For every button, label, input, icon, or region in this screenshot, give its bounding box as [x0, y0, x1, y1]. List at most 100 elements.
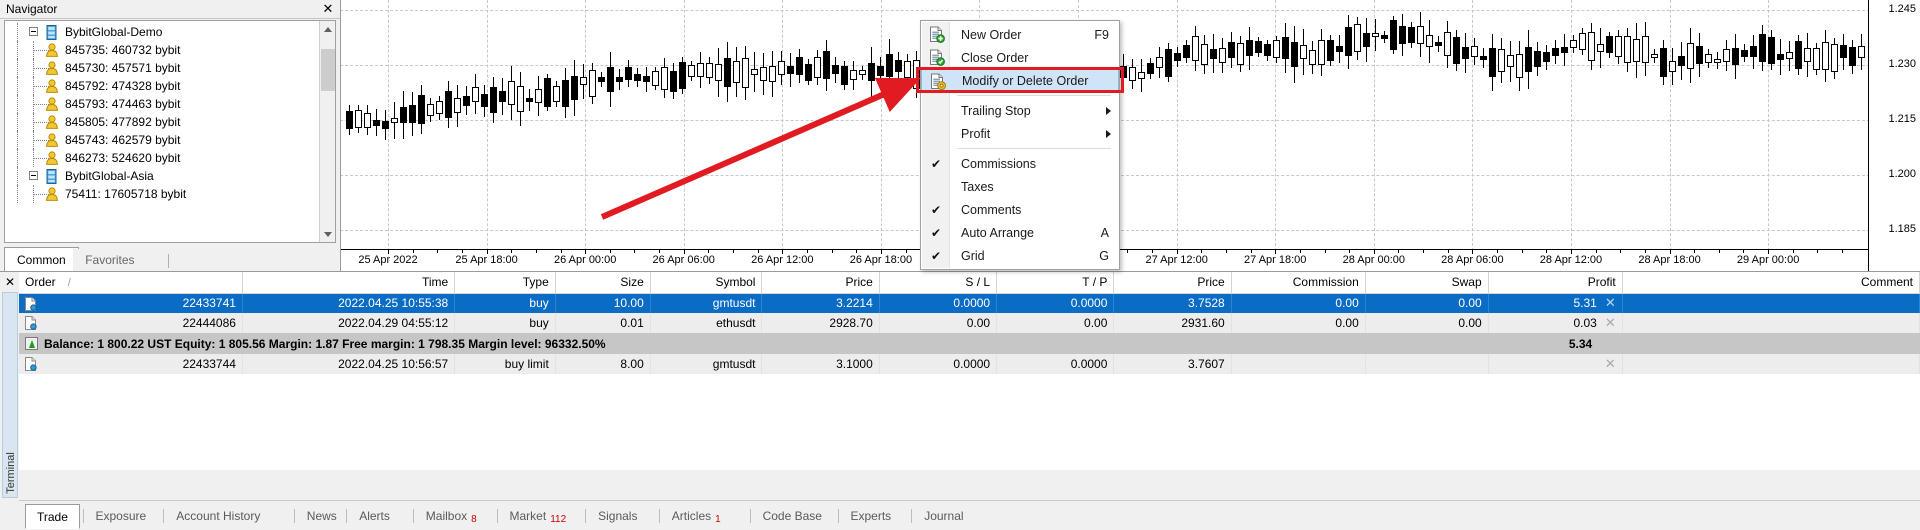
- column-header-symbol[interactable]: Symbol: [650, 272, 763, 294]
- terminal-tab-articles[interactable]: Articles 1: [661, 505, 732, 527]
- navigator-node-label: 846273: 524620 bybit: [65, 151, 181, 165]
- tab-label: Favorites: [85, 253, 135, 267]
- candle-body: [481, 94, 488, 107]
- navigator-server-node[interactable]: BybitGlobal-Demo: [5, 23, 318, 41]
- candle-body: [1498, 49, 1505, 72]
- menu-item-grid[interactable]: ✔ Grid G: [921, 244, 1119, 267]
- terminal-tab-news[interactable]: News: [296, 505, 348, 527]
- cell-symbol: ethusdt: [650, 313, 763, 333]
- candle-body: [1741, 49, 1748, 57]
- cell-profit: ✕: [1488, 354, 1623, 374]
- column-header-tp[interactable]: T / P: [996, 272, 1115, 294]
- cell-time: 2022.04.29 04:55:12: [242, 313, 456, 333]
- menu-item-shortcut: A: [1100, 225, 1109, 240]
- time-axis-minor-tick: [486, 250, 488, 253]
- navigator-account-node[interactable]: 845743: 462579 bybit: [5, 131, 318, 149]
- column-header-comment[interactable]: Comment: [1622, 272, 1920, 294]
- cell-price2: 3.7528: [1113, 293, 1232, 313]
- trade-table-container[interactable]: Order / Time Type Size Symbol Price S / L T / P P…: [19, 272, 1920, 470]
- candle-body: [1588, 31, 1595, 61]
- candle-body: [1273, 40, 1280, 59]
- column-header-order[interactable]: Order /: [19, 272, 243, 294]
- cell-sl: 0.00: [879, 313, 998, 333]
- chart-price-axis[interactable]: 1.245 1.230 1.215 1.200 1.185: [1868, 0, 1920, 271]
- tree-connector: [17, 23, 18, 41]
- cell-price2: 3.7607: [1113, 354, 1232, 374]
- scroll-down-button[interactable]: [320, 226, 335, 242]
- cell-swap: 0.00: [1365, 293, 1489, 313]
- terminal-tab-code-base[interactable]: Code Base: [752, 505, 833, 527]
- navigator-scrollbar[interactable]: [319, 21, 335, 242]
- tree-connector: [17, 59, 18, 77]
- column-header-label: Size: [620, 275, 644, 290]
- terminal-tab-experts[interactable]: Experts: [840, 505, 903, 527]
- candle-body: [1444, 32, 1451, 57]
- navigator-tab-common[interactable]: Common: [4, 247, 79, 271]
- navigator-node-label: 845805: 477892 bybit: [65, 115, 181, 129]
- account-icon: [45, 187, 59, 201]
- navigator-account-node[interactable]: 846273: 524620 bybit: [5, 149, 318, 167]
- terminal-tab-exposure[interactable]: Exposure: [85, 505, 158, 527]
- close-position-icon[interactable]: ✕: [1605, 356, 1616, 372]
- menu-item-new-order[interactable]: New Order F9: [921, 23, 1119, 46]
- time-axis-minor-tick: [1299, 250, 1301, 253]
- navigator-title-label: Navigator: [6, 2, 58, 16]
- terminal-close-icon[interactable]: ✕: [3, 275, 17, 289]
- candle-body: [364, 112, 371, 128]
- cell-time: 2022.04.25 10:55:38: [242, 293, 456, 313]
- terminal-tab-alerts[interactable]: Alerts: [348, 505, 401, 527]
- menu-item-auto-arrange[interactable]: ✔ Auto Arrange A: [921, 221, 1119, 244]
- candle-body: [1507, 55, 1514, 68]
- terminal-tab-trade[interactable]: Trade: [25, 504, 80, 529]
- column-header-profit[interactable]: Profit: [1488, 272, 1623, 294]
- column-header-type[interactable]: Type: [454, 272, 556, 294]
- column-header-price[interactable]: Price: [761, 272, 880, 294]
- table-header-row[interactable]: Order / Time Type Size Symbol Price S / L T / P P…: [19, 272, 1920, 294]
- column-header-price2[interactable]: Price: [1113, 272, 1232, 294]
- column-header-commission[interactable]: Commission: [1231, 272, 1366, 294]
- collapse-icon[interactable]: [29, 171, 38, 180]
- table-row[interactable]: 22433741 2022.04.25 10:55:38 buy 10.00 gmtus…: [19, 293, 1920, 313]
- column-header-size[interactable]: Size: [555, 272, 651, 294]
- terminal-tab-signals[interactable]: Signals: [587, 505, 648, 527]
- time-axis-minor-tick: [1324, 250, 1326, 253]
- column-header-label: Swap: [1451, 275, 1482, 290]
- close-position-icon[interactable]: ✕: [1605, 315, 1616, 331]
- navigator-tab-favorites[interactable]: Favorites: [73, 249, 147, 271]
- scrollbar-thumb[interactable]: [321, 49, 335, 91]
- navigator-account-node[interactable]: 75411: 17605718 bybit: [5, 185, 318, 203]
- cell-commission: 0.00: [1231, 313, 1366, 333]
- scroll-up-button[interactable]: [320, 21, 335, 37]
- chart-hgridline: [340, 230, 1920, 231]
- navigator-account-node[interactable]: 845793: 474463 bybit: [5, 95, 318, 113]
- navigator-tree[interactable]: BybitGlobal-Demo 845735: 460732 bybit 8457…: [5, 21, 318, 242]
- navigator-account-node[interactable]: 845735: 460732 bybit: [5, 41, 318, 59]
- collapse-icon[interactable]: [29, 27, 38, 36]
- column-header-sl[interactable]: S / L: [879, 272, 998, 294]
- chart-vgridline: [1669, 0, 1671, 251]
- navigator-server-node[interactable]: BybitGlobal-Asia: [5, 167, 318, 185]
- terminal-tab-journal[interactable]: Journal: [913, 505, 974, 527]
- candle-body: [1165, 48, 1172, 78]
- table-body: 22433741 2022.04.25 10:55:38 buy 10.00 gmtus…: [19, 293, 1920, 374]
- close-position-icon[interactable]: ✕: [1605, 295, 1616, 311]
- close-icon[interactable]: ✕: [320, 1, 336, 17]
- terminal-tab-market[interactable]: Market 112: [499, 505, 578, 527]
- candle-body: [1408, 26, 1415, 44]
- terminal-tab-account-history[interactable]: Account History: [165, 505, 271, 527]
- navigator-account-node[interactable]: 845805: 477892 bybit: [5, 113, 318, 131]
- table-row[interactable]: 22444086 2022.04.29 04:55:12 buy 0.01 ethusd…: [19, 313, 1920, 333]
- navigator-account-node[interactable]: 845792: 474328 bybit: [5, 77, 318, 95]
- terminal-tabstrip: Trade Exposure Account History News Alerts Ma…: [19, 500, 1920, 530]
- table-row[interactable]: 22433744 2022.04.25 10:56:57 buy limit 8.00…: [19, 354, 1920, 374]
- tab-separator: [293, 509, 295, 523]
- chart-time-axis[interactable]: 25 Apr 2022 25 Apr 18:00 26 Apr 00:00 26 Ap…: [340, 249, 1920, 271]
- cell-order-value: 22433744: [182, 357, 236, 371]
- navigator-account-node[interactable]: 845730: 457571 bybit: [5, 59, 318, 77]
- column-header-time[interactable]: Time: [242, 272, 456, 294]
- terminal-tab-mailbox[interactable]: Mailbox 8: [415, 505, 488, 527]
- column-header-swap[interactable]: Swap: [1365, 272, 1489, 294]
- column-header-label: Symbol: [715, 275, 756, 290]
- candle-body: [1435, 41, 1442, 47]
- time-axis-label: 26 Apr 12:00: [751, 254, 814, 266]
